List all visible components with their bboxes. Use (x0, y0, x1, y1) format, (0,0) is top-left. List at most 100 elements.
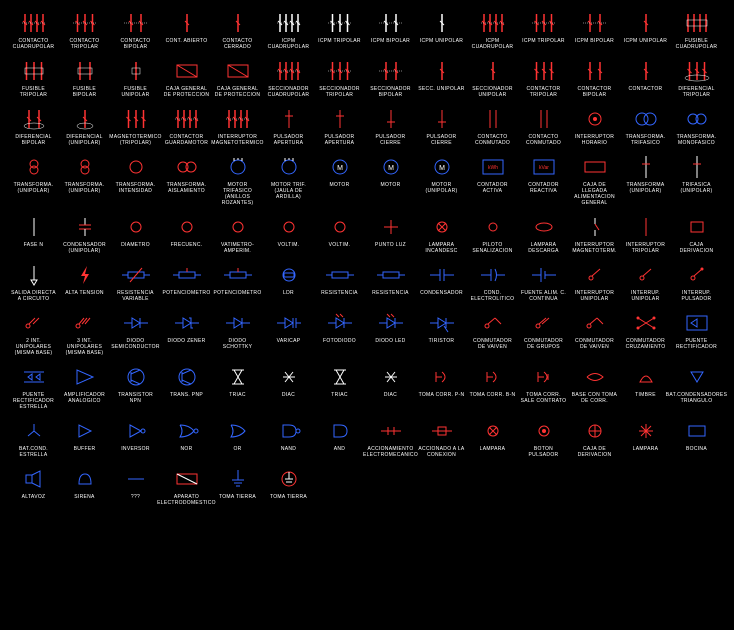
symbol-label: Bocina (686, 446, 707, 452)
symbol-pil: Piloto Senalizacion (469, 214, 516, 254)
symbol-motb: MMotor (Unipolar) (418, 154, 465, 206)
symbol-label: Contactor (629, 86, 663, 92)
symbol-res2: Resistencia (316, 262, 363, 302)
symbol-label: Triac (229, 392, 246, 398)
symbol-dac: Diac (367, 364, 414, 410)
tfline-icon (677, 154, 717, 180)
symbol-pot: Potenciometro (163, 262, 210, 302)
symbol-pc: Pulsador Cierre (367, 106, 414, 146)
symbol-cape: Cond. Electrolitico (469, 262, 516, 302)
symbol-i3: 3 Int. Unipolares (Misma Base) (61, 310, 108, 356)
symbol-label: Vatimetro-Amperim. (214, 242, 261, 254)
symbol-label: Diodo LED (375, 338, 405, 344)
symbol-label: Caja Derivacion (673, 242, 720, 254)
cg-icon (524, 310, 564, 336)
kwh-icon: kWh (473, 154, 513, 180)
symbol-label: Diodo Semiconductor (111, 338, 160, 350)
symbol-label: Fusible Unipolar (112, 86, 159, 98)
symbol-label: Contacto Bipolar (112, 38, 159, 50)
symbol-label: Voltim. (329, 242, 351, 248)
symbol-label: Resistencia (321, 290, 358, 296)
symbol-cg: Conmutador de Grupos (520, 310, 567, 356)
symbol-label: Lampara Descarga (520, 242, 567, 254)
bp-icon (524, 418, 564, 444)
symbol-inv: Inversor (112, 418, 159, 458)
symbol-label: Puente Rectificador Estrella (10, 392, 57, 410)
symbol-label: Contacto Cerrado (214, 38, 261, 50)
symbol-or: OR (214, 418, 261, 458)
f3-icon (14, 58, 54, 84)
symbol-label: Pulsador Apertura (316, 134, 363, 146)
trc-icon (320, 364, 360, 390)
symbol-motb: MMotor (316, 154, 363, 206)
c4r-icon (14, 10, 54, 36)
symbol-label: Trans. PNP (170, 392, 203, 398)
mt3-icon (116, 106, 156, 132)
alt-icon (14, 466, 54, 492)
symbol-res: Resistencia Variable (112, 262, 159, 302)
symbol-c2r: Contacto Bipolar (112, 10, 159, 50)
symbol-f2: Fusible Bipolar (61, 58, 108, 98)
symbol-pot: Potenciometro (214, 262, 261, 302)
symbol-label: Puente Rectificador (673, 338, 720, 350)
symbol-pa: Pulsador Apertura (265, 106, 312, 146)
ih-icon (575, 106, 615, 132)
symbol-label: Interruptor Unipolar (571, 290, 618, 302)
ct1-icon (626, 58, 666, 84)
c3w-icon (320, 10, 360, 36)
symbol-s3: Seccionador Tripolar (316, 58, 363, 98)
symbol-npn: Transistor NPN (112, 364, 159, 410)
symbol-label: Caja General de Proteccion (163, 86, 210, 98)
symbol-label: Motor Trifasico (Anillos Rozantes) (214, 182, 261, 206)
symbol-label: Lampara Incandesc (418, 242, 465, 254)
symbol-label: 2 Int. Unipolares (Misma Base) (10, 338, 57, 356)
symbol-label: Motor (380, 182, 400, 188)
symbol-label: Potenciometro (162, 290, 210, 296)
symbol-va: Vatimetro-Amperim. (214, 214, 261, 254)
symbol-ct2: Contactor Bipolar (571, 58, 618, 98)
symbol-im2: Interruptor Magnetoterm. (571, 214, 618, 254)
ct2-icon (575, 58, 615, 84)
symbol-label: Conmutador de Vaiven (469, 338, 516, 350)
symbol-ac: Accionado a la Conexion (418, 418, 465, 458)
tf3-icon (626, 106, 666, 132)
symbol-cc: Contacto Conmutado (469, 106, 516, 146)
svg-text:M: M (337, 165, 343, 172)
ds-icon (218, 310, 258, 336)
cx-icon (626, 310, 666, 336)
cv-icon (575, 310, 615, 336)
symbol-label: Magnetotermico (Tripolar) (109, 134, 161, 146)
symbol-label: Contador Reactiva (520, 182, 567, 194)
symbol-label: Seccionador Tripolar (316, 86, 363, 98)
bt-icon (677, 364, 717, 390)
symbol-label: LDR (283, 290, 294, 296)
symbol-ldr: LDR (265, 262, 312, 302)
symbol-label: Amplificador Analogico (61, 392, 108, 404)
symbol-trc: Triac (316, 364, 363, 410)
ct3-icon (524, 58, 564, 84)
amp-icon (65, 364, 105, 390)
symbol-label: Piloto Senalizacion (469, 242, 516, 254)
symbol-dio: Diodo Semiconductor (112, 310, 159, 356)
symbol-label: Transforma. Trifasico (622, 134, 669, 146)
cap2-icon (422, 262, 462, 288)
symbol-iu: Interrup. Unipolar (622, 262, 669, 302)
dia-icon (116, 214, 156, 240)
ld-icon (524, 214, 564, 240)
symbol-cd: Caja Derivacion (673, 214, 720, 254)
symbol-c1r: ICPM Unipolar (622, 10, 669, 50)
symbol-and: AND (316, 418, 363, 458)
symbol-kwh: kWhContador Activa (469, 154, 516, 206)
tf1-icon (677, 106, 717, 132)
symbol-ih: Interruptor Horario (571, 106, 618, 146)
symbol-label: Cont. Abierto (166, 38, 208, 44)
symbol-motb: MMotor (367, 154, 414, 206)
symbol-label: 3 Int. Unipolares (Misma Base) (61, 338, 108, 356)
symbol-label: Fotodiodo (323, 338, 356, 344)
symbol-label: Accionado a la Conexion (418, 446, 465, 458)
symbol-label: Diodo Schottky (214, 338, 261, 350)
dac-icon (371, 364, 411, 390)
symbol-dia: Diametro (112, 214, 159, 254)
symbol-label: Fase N (24, 242, 44, 248)
symbol-frq: Frecuenc. (163, 214, 210, 254)
